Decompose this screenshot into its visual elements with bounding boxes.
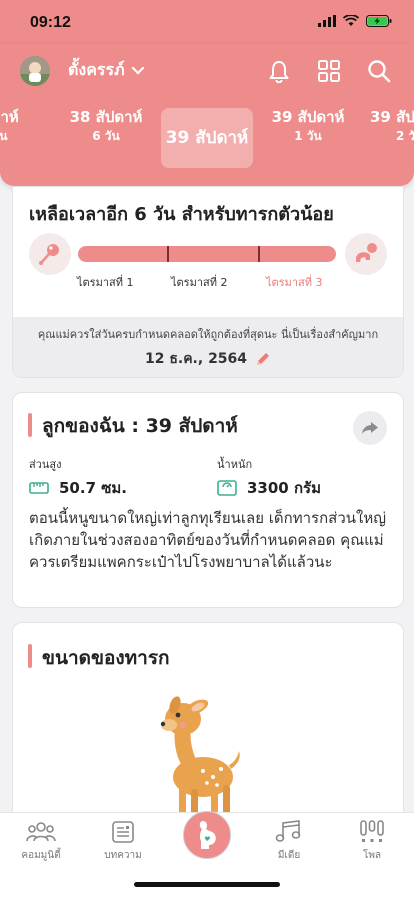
- remaining-text: เหลือเวลาอีก 6 วัน สำหรับทารกตัวน้อย: [29, 204, 334, 225]
- home-indicator: [134, 882, 280, 887]
- week-tab[interactable]: 39 สัปดา 2 วั: [370, 108, 414, 146]
- due-date-section: คุณแม่ควรใส่วันครบกำหนดคลอดให้ถูกต้องที่…: [13, 317, 403, 377]
- nav-label: โพล: [362, 850, 382, 861]
- section-accent: [28, 644, 32, 668]
- article-icon: [112, 821, 134, 843]
- due-date-note: คุณแม่ควรใส่วันครบกำหนดคลอดให้ถูกต้องที่…: [37, 328, 379, 341]
- baby-description: ตอนนี้หนูขนาดใหญ่เท่าลูกทุเรียนเลย เด็กท…: [29, 509, 386, 571]
- nav-community[interactable]: คอมมูนิตี้: [6, 819, 76, 863]
- nav-label: คอมมูนิตี้: [21, 850, 61, 861]
- nav-poll[interactable]: โพล: [337, 819, 407, 863]
- grid-icon: [318, 60, 340, 82]
- trimester-1-label: ไตรมาสที่ 1: [77, 276, 134, 289]
- weight-value: 3300 กรัม: [247, 479, 321, 497]
- pencil-icon[interactable]: [255, 351, 271, 367]
- weight-label: น้ำหนัก: [217, 458, 253, 471]
- pregnancy-progress-bar: [78, 246, 336, 262]
- trimester-2-label: ไตรมาสที่ 2: [171, 276, 228, 289]
- height-row: 50.7 ซม.: [29, 476, 127, 500]
- rattle-icon: [29, 233, 71, 275]
- week-tab[interactable]: 38 สัปดาห์ 6 วัน: [58, 108, 154, 146]
- baby-size-title: ขนาดของทารก: [42, 647, 170, 669]
- deer-illustration: [160, 696, 240, 825]
- notification-button[interactable]: [264, 56, 294, 86]
- user-selector[interactable]: ตั้งครรภ์: [68, 58, 145, 83]
- due-date-row[interactable]: 12 ธ.ค., 2564: [13, 348, 403, 370]
- baby-info-title: ลูกของฉัน : 39 สัปดาห์: [42, 415, 238, 437]
- week-selector: ปดาห์ วัน 38 สัปดาห์ 6 วัน 39 สัปดาห์ 39…: [0, 106, 414, 170]
- section-accent: [28, 413, 32, 437]
- baby-size-card: ขนาดของทารก: [12, 622, 404, 825]
- search-button[interactable]: [364, 56, 394, 86]
- menu-grid-button[interactable]: [314, 56, 344, 86]
- due-date: 12 ธ.ค., 2564: [144, 351, 248, 367]
- music-icon: [275, 820, 301, 842]
- baby-info-card: ลูกของฉัน : 39 สัปดาห์ ส่วนสูง 50.7 ซม. …: [12, 392, 404, 608]
- battery-charging-icon: [366, 15, 392, 27]
- wifi-icon: [343, 15, 359, 26]
- trimester-3-label: ไตรมาสที่ 3: [266, 276, 323, 289]
- ruler-icon: [29, 482, 49, 494]
- signal-icon: [318, 15, 336, 27]
- share-button[interactable]: [353, 411, 387, 445]
- scale-icon: [217, 480, 237, 496]
- share-arrow-icon: [362, 422, 378, 434]
- week-tab[interactable]: 39 สัปดาห์ 1 วัน: [260, 108, 356, 146]
- height-value: 50.7 ซม.: [59, 479, 127, 497]
- crawling-baby-icon: [345, 233, 387, 275]
- search-icon: [368, 60, 391, 83]
- weight-row: 3300 กรัม: [217, 476, 321, 500]
- bell-icon: [269, 61, 289, 83]
- status-icons: [318, 15, 392, 27]
- countdown-card: เหลือเวลาอีก 6 วัน สำหรับทารกตัวน้อย ไตร…: [12, 186, 404, 378]
- nav-label: บทความ: [104, 850, 142, 861]
- app-header: ตั้งครรภ์ ปดาห์ วัน 38 สัปดาห์ 6 วัน 39 …: [0, 44, 414, 186]
- status-time: 09:12: [30, 14, 71, 31]
- community-icon: [26, 822, 56, 842]
- nav-media[interactable]: มีเดีย: [254, 819, 324, 863]
- pregnancy-icon: [199, 821, 216, 849]
- status-bar: 09:12: [0, 0, 414, 44]
- poll-icon: [360, 820, 384, 842]
- height-label: ส่วนสูง: [29, 458, 62, 471]
- user-name: ตั้งครรภ์: [68, 60, 125, 79]
- nav-label: มีเดีย: [277, 850, 301, 861]
- nav-pregnancy-home[interactable]: [183, 811, 231, 859]
- nav-articles[interactable]: บทความ: [88, 819, 158, 863]
- week-tab[interactable]: ปดาห์ วัน: [0, 108, 40, 146]
- avatar[interactable]: [20, 56, 50, 86]
- week-tab-active[interactable]: 39 สัปดาห์: [161, 108, 253, 168]
- chevron-down-icon: [131, 66, 144, 75]
